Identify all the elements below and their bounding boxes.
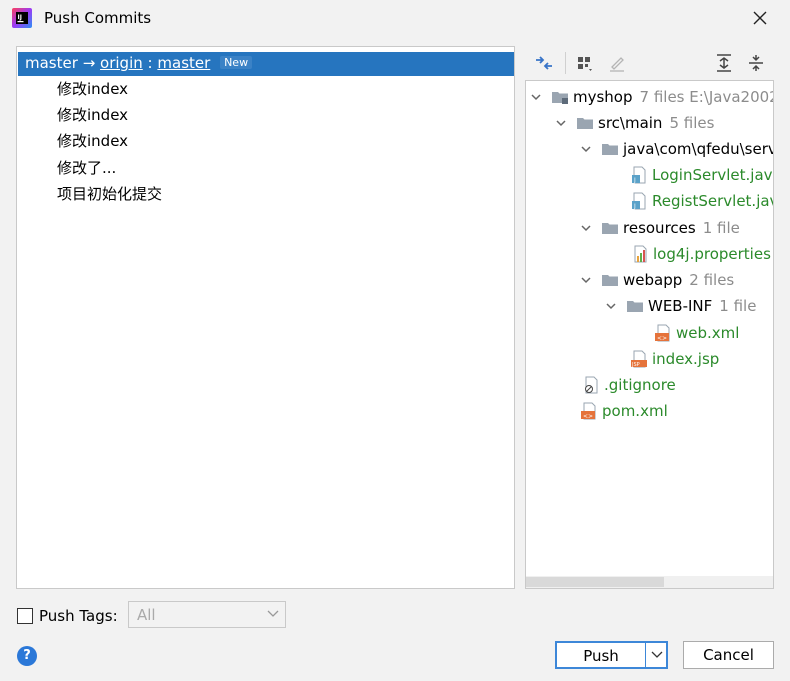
chevron-down-icon[interactable]	[579, 142, 593, 156]
tree-file-indexjsp[interactable]: JSP index.jsp	[630, 347, 719, 371]
tags-select-value: All	[137, 606, 156, 624]
folder-icon	[602, 223, 618, 234]
tree-file-webxml[interactable]: <> web.xml	[654, 321, 739, 345]
tree-meta: 1 file	[702, 219, 740, 237]
help-button[interactable]: ?	[17, 646, 37, 666]
xml-file-icon: <>	[655, 324, 670, 342]
close-icon[interactable]	[748, 6, 772, 30]
scrollbar-thumb[interactable]	[526, 577, 664, 587]
tree-node-webapp[interactable]: webapp 2 files	[579, 268, 734, 292]
chevron-down-icon	[267, 610, 279, 617]
tags-select[interactable]: All	[128, 601, 286, 628]
chevron-down-icon[interactable]	[579, 221, 593, 235]
toolbar-separator	[565, 52, 566, 74]
commit-item[interactable]: 修改index	[57, 104, 128, 125]
jsp-file-icon: JSP	[631, 350, 647, 368]
push-button-label: Push	[583, 647, 619, 665]
push-tags-label: Push Tags:	[39, 607, 118, 625]
remote-branch-link[interactable]: master	[157, 54, 210, 72]
tree-node-java-package[interactable]: java\com\qfedu\serv	[579, 137, 774, 161]
tree-label: .gitignore	[604, 376, 676, 394]
commits-panel: master → origin : master New 修改index 修改i…	[16, 46, 515, 589]
module-folder-icon	[552, 92, 568, 104]
svg-text:IJ: IJ	[18, 14, 22, 21]
chevron-down-icon[interactable]	[651, 651, 663, 659]
tree-label: resources	[623, 219, 696, 237]
folder-icon	[602, 275, 618, 286]
tree-node-webinf[interactable]: WEB-INF 1 file	[604, 294, 756, 318]
svg-text:JSP: JSP	[631, 362, 640, 368]
cancel-button[interactable]: Cancel	[683, 641, 774, 669]
commit-item[interactable]: 修改了...	[57, 157, 116, 178]
tree-label: webapp	[623, 271, 683, 289]
cancel-button-label: Cancel	[703, 646, 754, 664]
horizontal-scrollbar[interactable]	[526, 576, 773, 588]
local-branch: master	[25, 54, 78, 72]
tree-file-pomxml[interactable]: <> pom.xml	[580, 399, 668, 423]
push-button-divider	[645, 643, 646, 667]
changed-files-tree: myshop 7 files E:\Java2002 src\main 5 fi…	[525, 80, 774, 589]
xml-file-icon: <>	[581, 402, 596, 420]
folder-icon	[627, 301, 643, 312]
tree-label: java\com\qfedu\serv	[623, 140, 774, 158]
window-title: Push Commits	[44, 9, 152, 27]
tree-label: myshop	[573, 88, 633, 106]
group-by-icon[interactable]	[574, 52, 596, 74]
tree-label: RegistServlet.java	[652, 192, 773, 210]
commit-item[interactable]: 项目初始化提交	[57, 183, 162, 204]
svg-text:<>: <>	[583, 413, 593, 420]
push-button[interactable]: Push	[555, 641, 668, 669]
push-tags-checkbox[interactable]	[17, 608, 33, 624]
new-badge: New	[220, 56, 253, 69]
ignored-file-icon	[585, 376, 598, 394]
chevron-down-icon[interactable]	[529, 90, 543, 104]
tree-label: index.jsp	[652, 350, 720, 368]
tree-node-resources[interactable]: resources 1 file	[579, 216, 740, 240]
tree-toolbar	[525, 48, 774, 78]
intellij-app-icon: IJ	[12, 8, 32, 28]
tree-file-registservlet[interactable]: J RegistServlet.java	[630, 189, 773, 213]
branch-row-selected[interactable]: master → origin : master New	[18, 52, 514, 76]
tree-label: pom.xml	[602, 402, 668, 420]
branch-separator: :	[147, 54, 153, 72]
tree-node-src-main[interactable]: src\main 5 files	[554, 111, 714, 135]
push-tags-option[interactable]: Push Tags:	[17, 604, 118, 628]
tree-label: WEB-INF	[648, 297, 713, 315]
tree-file-gitignore[interactable]: .gitignore	[582, 373, 676, 397]
tree-meta: 5 files	[669, 114, 715, 132]
chevron-down-icon[interactable]	[604, 299, 618, 313]
svg-text:J: J	[633, 203, 636, 210]
tree-meta: 7 files E:\Java2002	[639, 88, 774, 106]
java-file-icon: J	[632, 166, 646, 184]
folder-icon	[602, 144, 618, 155]
collapse-all-icon[interactable]	[745, 52, 767, 74]
svg-text:<>: <>	[657, 335, 667, 342]
tree-file-loginservlet[interactable]: J LoginServlet.java	[630, 163, 774, 187]
arrow-icon: →	[82, 54, 96, 72]
remote-name-link[interactable]: origin	[100, 54, 143, 72]
svg-text:J: J	[633, 177, 636, 184]
tree-label: log4j.properties	[653, 245, 771, 263]
branch-text: master → origin : master New	[25, 54, 253, 72]
edit-icon[interactable]	[606, 52, 628, 74]
tree-file-log4j[interactable]: log4j.properties	[631, 242, 771, 266]
commit-item[interactable]: 修改index	[57, 130, 128, 151]
tree-label: src\main	[598, 114, 663, 132]
title-bar: IJ Push Commits	[0, 0, 790, 36]
show-diff-icon[interactable]	[533, 52, 555, 74]
tree-meta: 2 files	[689, 271, 735, 289]
chevron-down-icon[interactable]	[554, 116, 568, 130]
expand-all-icon[interactable]	[713, 52, 735, 74]
tree-node-root[interactable]: myshop 7 files E:\Java2002	[529, 85, 774, 109]
folder-icon	[577, 118, 593, 129]
properties-file-icon	[634, 245, 647, 263]
chevron-down-icon[interactable]	[579, 273, 593, 287]
tree-meta: 1 file	[719, 297, 757, 315]
tree-label: LoginServlet.java	[652, 166, 774, 184]
java-file-icon: J	[632, 192, 646, 210]
commit-item[interactable]: 修改index	[57, 78, 128, 99]
tree-label: web.xml	[676, 324, 740, 342]
